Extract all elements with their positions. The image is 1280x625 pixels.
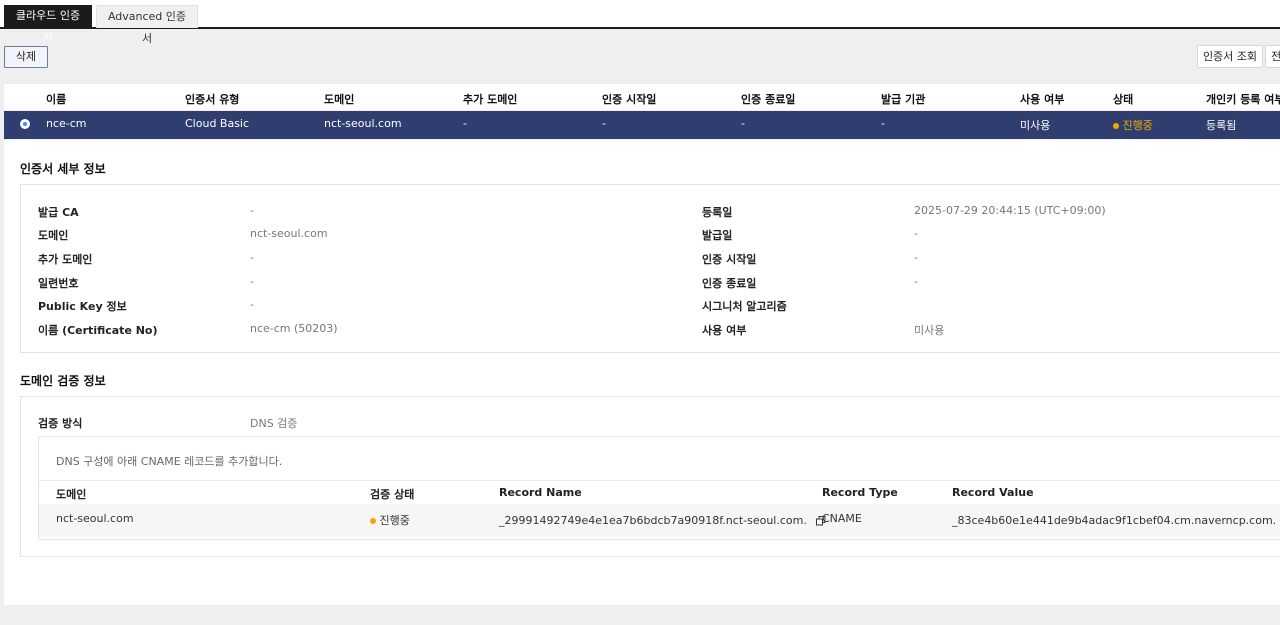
- record-name: _29991492749e4e1ea7b6bdcb7a90918f.nct-se…: [499, 514, 826, 527]
- domain-validation-title: 도메인 검증 정보: [20, 374, 106, 388]
- delete-button[interactable]: 삭제: [4, 46, 48, 68]
- records-header-record-type: Record Type: [822, 486, 898, 499]
- column-header-private-key[interactable]: 개인키 등록 여부: [1206, 91, 1280, 107]
- records-header-status: 검증 상태: [370, 488, 415, 501]
- row-radio-button[interactable]: [20, 119, 30, 129]
- detail-label-serial: 일련번호: [38, 277, 79, 290]
- record-name-text: _29991492749e4e1ea7b6bdcb7a90918f.nct-se…: [499, 514, 807, 527]
- cell-private-key: 등록됨: [1206, 119, 1237, 132]
- detail-label-usage: 사용 여부: [702, 324, 747, 337]
- detail-value-issue-date: -: [914, 227, 918, 240]
- cell-domain: nct-seoul.com: [324, 117, 402, 130]
- validation-method-label: 검증 방식: [38, 417, 83, 430]
- detail-label-cert-end: 인증 종료일: [702, 277, 757, 290]
- detail-label-cert-start: 인증 시작일: [702, 253, 757, 266]
- column-header-issuer[interactable]: 발급 기관: [881, 91, 925, 107]
- detail-label-public-key: Public Key 정보: [38, 300, 127, 313]
- record-status-dot-icon: [370, 518, 376, 524]
- column-header-name[interactable]: 이름: [46, 91, 66, 107]
- cell-start-date: -: [602, 117, 606, 130]
- records-header-domain: 도메인: [56, 488, 87, 501]
- column-header-start-date[interactable]: 인증 시작일: [602, 91, 656, 107]
- detail-value-cert-end: -: [914, 275, 918, 288]
- detail-value-cert-start: -: [914, 251, 918, 264]
- cell-end-date: -: [741, 117, 745, 130]
- tab-cloud-certificate[interactable]: 클라우드 인증서: [4, 5, 92, 44]
- validation-method-value: DNS 검증: [250, 417, 298, 430]
- records-header-record-name: Record Name: [499, 486, 582, 499]
- detail-label-extra-domain: 추가 도메인: [38, 253, 93, 266]
- status-text: 진행중: [1122, 119, 1153, 132]
- record-value-text: _83ce4b60e1e441de9b4adac9f1cbef04.cm.nav…: [952, 514, 1277, 527]
- column-header-domain[interactable]: 도메인: [324, 91, 354, 107]
- truncated-button[interactable]: 전: [1265, 45, 1280, 68]
- records-header-record-value: Record Value: [952, 486, 1034, 499]
- detail-value-serial: -: [250, 275, 254, 288]
- detail-label-domain: 도메인: [38, 229, 69, 242]
- column-header-extra-domain[interactable]: 추가 도메인: [463, 91, 517, 107]
- detail-value-public-key: -: [250, 298, 254, 311]
- column-header-type[interactable]: 인증서 유형: [185, 91, 239, 107]
- detail-value-certificate-no: nce-cm (50203): [250, 322, 338, 335]
- status-dot-icon: [1113, 123, 1119, 129]
- record-domain: nct-seoul.com: [56, 512, 134, 525]
- detail-label-issuer-ca: 발급 CA: [38, 206, 79, 219]
- cell-usage: 미사용: [1020, 119, 1051, 132]
- detail-value-domain: nct-seoul.com: [250, 227, 328, 240]
- column-header-usage[interactable]: 사용 여부: [1020, 91, 1064, 107]
- column-header-end-date[interactable]: 인증 종료일: [741, 91, 795, 107]
- tab-advanced-certificate[interactable]: Advanced 인증서: [96, 5, 198, 45]
- certificate-lookup-button[interactable]: 인증서 조회: [1197, 45, 1263, 68]
- record-value: _83ce4b60e1e441de9b4adac9f1cbef04.cm.nav…: [952, 514, 1280, 527]
- record-status: 진행중: [370, 512, 410, 528]
- cell-name: nce-cm: [46, 117, 87, 130]
- record-type: CNAME: [822, 512, 862, 525]
- detail-value-registered-date: 2025-07-29 20:44:15 (UTC+09:00): [914, 204, 1106, 217]
- records-header-divider-top: [39, 480, 1280, 481]
- column-header-status[interactable]: 상태: [1113, 91, 1133, 107]
- cell-issuer: -: [881, 117, 885, 130]
- cell-status: 진행중: [1113, 117, 1153, 133]
- detail-label-registered-date: 등록일: [702, 206, 733, 219]
- certificate-details-title: 인증서 세부 정보: [20, 162, 106, 176]
- detail-value-usage: 미사용: [914, 324, 945, 337]
- cname-instruction: DNS 구성에 아래 CNAME 레코드를 추가합니다.: [56, 455, 283, 468]
- cell-type: Cloud Basic: [185, 117, 250, 130]
- detail-value-extra-domain: -: [250, 251, 254, 264]
- record-status-text: 진행중: [379, 514, 410, 527]
- detail-label-signature-algorithm: 시그니처 알고리즘: [702, 300, 787, 313]
- detail-label-issue-date: 발급일: [702, 229, 733, 242]
- detail-label-certificate-no: 이름 (Certificate No): [38, 324, 158, 337]
- cell-extra-domain: -: [463, 117, 467, 130]
- detail-value-issuer-ca: -: [250, 204, 254, 217]
